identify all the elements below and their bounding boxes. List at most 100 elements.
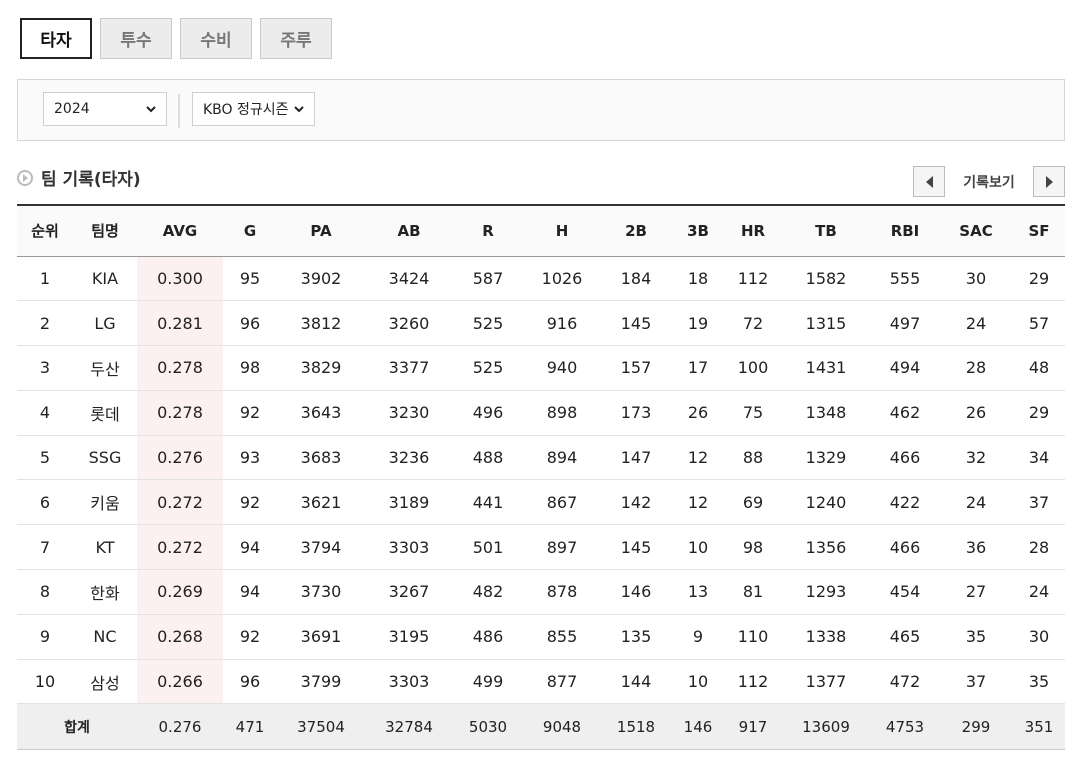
table-cell: 94 (223, 569, 277, 615)
table-cell: 0.272 (137, 479, 223, 526)
column-header: 3B (671, 204, 725, 257)
table-cell: 496 (453, 390, 523, 436)
play-circle-icon (17, 169, 33, 186)
table-cell: 525 (453, 300, 523, 347)
table-cell: 472 (871, 659, 939, 705)
column-header: 팀명 (73, 204, 137, 257)
table-cell: 0.268 (137, 614, 223, 660)
table-cell: 9 (17, 614, 73, 660)
table-cell: 3643 (277, 390, 365, 436)
total-cell: 917 (725, 703, 781, 751)
table-total-row: 합계 0.276 471 37504 32784 5030 9048 1518 … (17, 703, 1065, 751)
tab-pitching[interactable]: 투수 (100, 18, 172, 59)
table-cell: 18 (671, 256, 725, 302)
tab-fielding[interactable]: 수비 (180, 18, 252, 59)
table-cell: 2 (17, 300, 73, 347)
table-cell: 145 (601, 300, 671, 347)
table-cell: 3260 (365, 300, 453, 347)
table-cell: 27 (939, 569, 1013, 615)
total-cell: 0.276 (137, 703, 223, 751)
table-cell: 0.281 (137, 300, 223, 347)
table-row: 6 키움 0.272 92 3621 3189 441 867 142 12 69 1240 422 24… (17, 479, 1065, 526)
column-header: PA (277, 204, 365, 257)
chevron-down-icon (294, 106, 304, 113)
table-cell: 184 (601, 256, 671, 302)
table-cell: 3730 (277, 569, 365, 615)
table-row: 2 LG 0.281 96 3812 3260 525 916 145 19 72 1315 497 24… (17, 300, 1065, 347)
table-cell: 24 (1013, 569, 1065, 615)
table-cell: 441 (453, 479, 523, 526)
table-cell: 92 (223, 479, 277, 526)
column-header: TB (781, 204, 871, 257)
table-cell: 7 (17, 524, 73, 571)
tab-baserunning[interactable]: 주루 (260, 18, 332, 59)
team-name-cell: 한화 (73, 569, 137, 615)
table-cell: 37 (1013, 479, 1065, 526)
table-cell: 877 (523, 659, 601, 705)
prev-button[interactable] (913, 166, 945, 197)
table-cell: 1293 (781, 569, 871, 615)
table-cell: 3621 (277, 479, 365, 526)
table-cell: 4 (17, 390, 73, 436)
season-select[interactable]: KBO 정규시즌 (192, 92, 315, 126)
section-title: 팀 기록(타자) (41, 170, 141, 190)
table-cell: 36 (939, 524, 1013, 571)
column-header: H (523, 204, 601, 257)
table-cell: 897 (523, 524, 601, 571)
table-cell: 98 (223, 345, 277, 391)
table-cell: 12 (671, 435, 725, 481)
table-row: 3 두산 0.278 98 3829 3377 525 940 157 17 100 1431 494 2… (17, 345, 1065, 391)
total-label: 합계 (17, 703, 137, 751)
table-cell: 32 (939, 435, 1013, 481)
total-cell: 37504 (277, 703, 365, 751)
table-cell: 34 (1013, 435, 1065, 481)
tab-batting[interactable]: 타자 (20, 18, 92, 59)
table-cell: 30 (939, 256, 1013, 302)
table-cell: 1315 (781, 300, 871, 347)
table-cell: 6 (17, 479, 73, 526)
total-cell: 9048 (523, 703, 601, 751)
table-cell: 486 (453, 614, 523, 660)
table-cell: 1240 (781, 479, 871, 526)
table-cell: 3303 (365, 524, 453, 571)
season-select-value: KBO 정규시즌 (203, 102, 289, 118)
table-row: 5 SSG 0.276 93 3683 3236 488 894 147 12 88 1329 466 3… (17, 435, 1065, 481)
table-cell: 10 (671, 659, 725, 705)
table-cell: 88 (725, 435, 781, 481)
table-cell: 3424 (365, 256, 453, 302)
table-cell: 465 (871, 614, 939, 660)
record-navigator: 기록보기 (913, 166, 1065, 197)
table-row: 4 롯데 0.278 92 3643 3230 496 898 173 26 75 1348 462 26… (17, 390, 1065, 436)
table-cell: 94 (223, 524, 277, 571)
table-cell: 26 (671, 390, 725, 436)
table-cell: 142 (601, 479, 671, 526)
table-cell: 173 (601, 390, 671, 436)
table-cell: 147 (601, 435, 671, 481)
table-cell: 3799 (277, 659, 365, 705)
column-header: SF (1013, 204, 1065, 257)
table-cell: 146 (601, 569, 671, 615)
table-cell: 0.272 (137, 524, 223, 571)
total-cell: 351 (1013, 703, 1065, 751)
table-cell: 3303 (365, 659, 453, 705)
next-button[interactable] (1033, 166, 1065, 197)
total-cell: 5030 (453, 703, 523, 751)
table-cell: 3230 (365, 390, 453, 436)
table-cell: 9 (671, 614, 725, 660)
table-cell: 0.278 (137, 390, 223, 436)
year-select[interactable]: 2024 (43, 92, 167, 126)
column-header: R (453, 204, 523, 257)
team-batting-table: 순위 팀명 AVG G PA AB R H 2B 3B HR TB RBI SAC SF 1 KIA 0.300… (17, 204, 1065, 751)
table-row: 10 삼성 0.266 96 3799 3303 499 877 144 10 112 1377 472… (17, 659, 1065, 705)
table-cell: 867 (523, 479, 601, 526)
table-cell: 112 (725, 256, 781, 302)
table-cell: 1582 (781, 256, 871, 302)
table-cell: 3189 (365, 479, 453, 526)
filter-bar: 2024 KBO 정규시즌 (17, 79, 1065, 141)
table-cell: 10 (671, 524, 725, 571)
table-cell: 135 (601, 614, 671, 660)
table-header-row: 순위 팀명 AVG G PA AB R H 2B 3B HR TB RBI SAC SF (17, 204, 1065, 257)
table-cell: 10 (17, 659, 73, 705)
table-cell: 3 (17, 345, 73, 391)
table-cell: 3902 (277, 256, 365, 302)
